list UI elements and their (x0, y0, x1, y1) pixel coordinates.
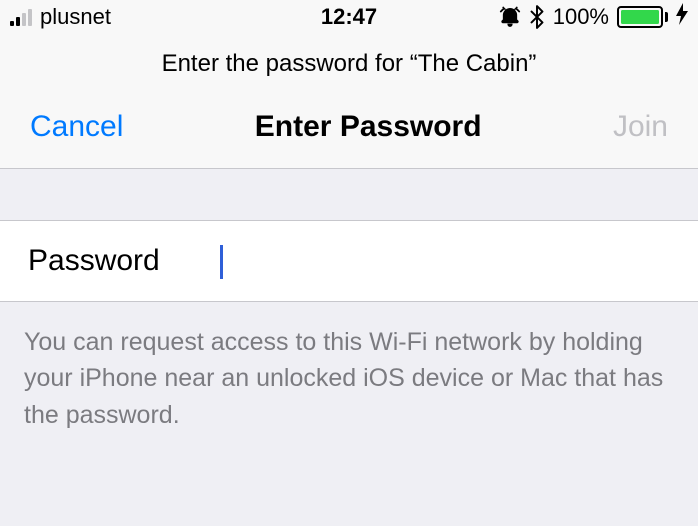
status-left: plusnet (10, 4, 111, 30)
help-text: You can request access to this Wi-Fi net… (0, 302, 698, 455)
password-input[interactable] (220, 243, 670, 279)
join-button[interactable]: Join (613, 110, 668, 144)
carrier-label: plusnet (40, 4, 111, 30)
status-right: 100% (499, 3, 688, 31)
password-label: Password (28, 244, 160, 278)
clock-label: 12:47 (321, 4, 377, 30)
password-input-wrap[interactable] (220, 243, 670, 279)
status-bar: plusnet 12:47 100% (0, 0, 698, 34)
alarm-icon (499, 6, 521, 28)
battery-icon (617, 6, 668, 28)
text-caret (220, 245, 223, 279)
battery-pct-label: 100% (553, 4, 609, 30)
section-gap (0, 169, 698, 221)
cancel-button[interactable]: Cancel (30, 110, 123, 144)
modal-title: Enter Password (255, 110, 482, 144)
signal-bars-icon (10, 8, 32, 26)
password-row[interactable]: Password (0, 221, 698, 302)
modal-navbar: Cancel Enter Password Join (0, 100, 698, 169)
bluetooth-icon (529, 5, 545, 29)
charging-bolt-icon (676, 3, 688, 31)
prompt-subtitle: Enter the password for “The Cabin” (0, 34, 698, 100)
